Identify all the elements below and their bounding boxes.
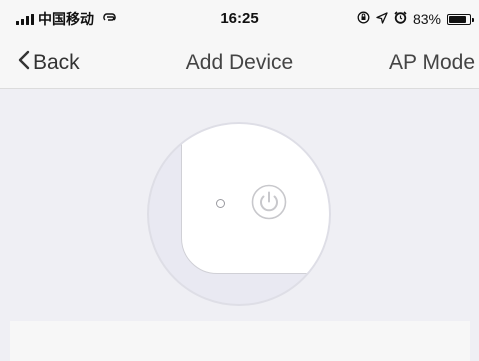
back-label: Back bbox=[33, 51, 80, 74]
alarm-icon bbox=[394, 11, 407, 27]
chevron-left-icon bbox=[18, 50, 30, 76]
battery-icon bbox=[447, 13, 474, 25]
device-body bbox=[181, 124, 329, 274]
status-right: 83% bbox=[357, 9, 474, 29]
bottom-panel bbox=[10, 321, 470, 361]
orientation-lock-icon bbox=[357, 11, 370, 27]
battery-percent: 83% bbox=[412, 11, 441, 27]
main-content bbox=[0, 89, 479, 361]
ap-mode-button[interactable]: AP Mode bbox=[389, 51, 479, 75]
back-button[interactable]: Back bbox=[18, 50, 80, 76]
status-bar: 中国移动 16:25 83% bbox=[0, 0, 479, 38]
power-button-icon bbox=[251, 184, 287, 220]
battery-level bbox=[449, 15, 466, 23]
location-icon bbox=[376, 11, 388, 27]
indicator-light-icon bbox=[216, 199, 225, 208]
navigation-bar: Back Add Device AP Mode bbox=[0, 38, 479, 89]
device-illustration bbox=[147, 122, 331, 306]
